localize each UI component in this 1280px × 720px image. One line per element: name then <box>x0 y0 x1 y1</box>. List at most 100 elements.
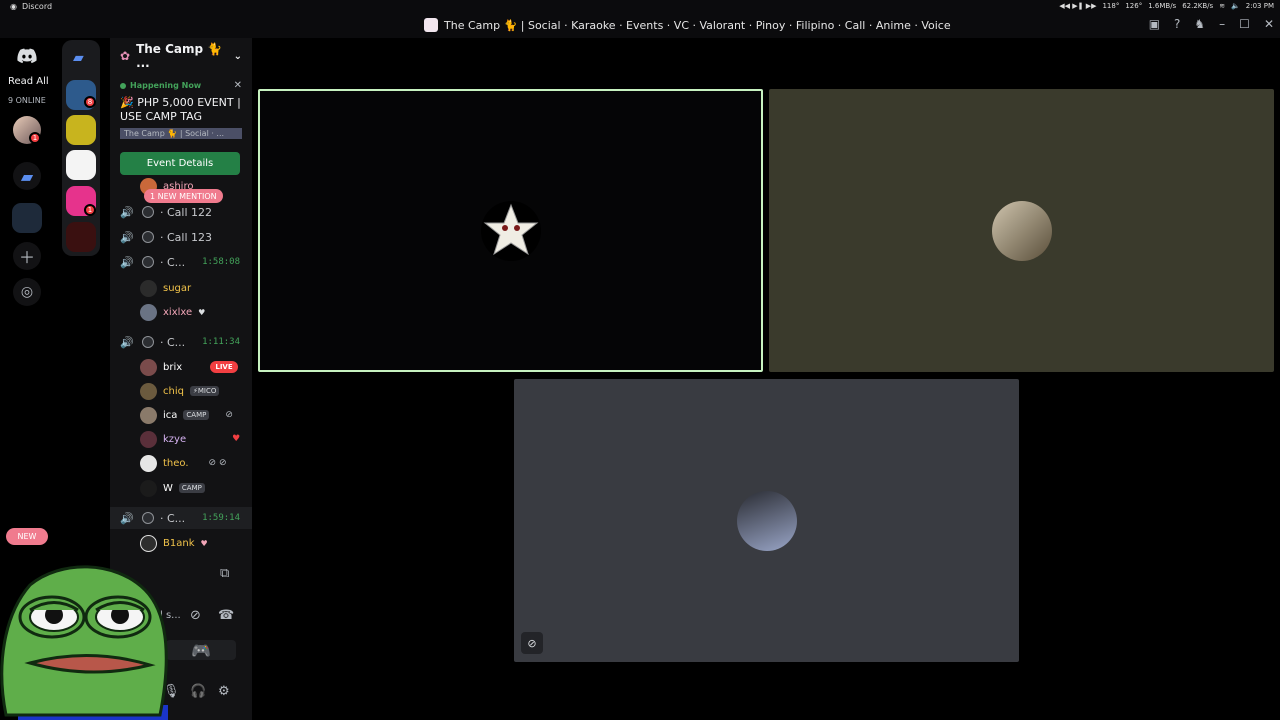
inbox-icon[interactable]: ▣ <box>1149 17 1160 31</box>
guild-tag: CAMP <box>178 483 205 493</box>
server-icon-3[interactable] <box>66 150 96 180</box>
heart-icon: ♥ <box>200 538 208 548</box>
speaker-active-icon: 🔊 <box>120 511 134 525</box>
voice-user-brix[interactable]: brix <box>140 356 182 378</box>
screen-share-icon[interactable]: ⧉ <box>220 566 229 581</box>
live-dot-icon <box>120 82 126 89</box>
avatar <box>140 534 157 552</box>
voice-channel-3[interactable]: 🔊 · C... 1:58:08 <box>110 251 252 273</box>
read-all-button[interactable]: Read All <box>8 76 49 87</box>
new-pill[interactable]: NEW <box>6 528 48 545</box>
event-status: Happening Now ✕ <box>120 80 242 91</box>
headphones-icon[interactable]: 🎧 <box>190 684 206 699</box>
voice-user-w[interactable]: W CAMP <box>140 477 205 499</box>
channel-status-icon <box>142 512 154 524</box>
voice-channel-call-123[interactable]: 🔊 · Call 123 <box>110 226 252 248</box>
video-tile-3[interactable]: ⊘ <box>514 379 1019 662</box>
channel-status-icon <box>142 206 154 218</box>
dm-unread-badge: 1 <box>29 132 41 144</box>
help-icon[interactable]: ? <box>1174 17 1180 31</box>
media-controls-icon[interactable]: ◀◀ ▶❚ ▶▶ <box>1059 2 1096 10</box>
channel-status-icon <box>142 336 154 348</box>
discover-icon[interactable]: ◎ <box>13 278 41 306</box>
disconnect-icon[interactable]: ☎ <box>218 608 234 623</box>
heart-icon: ♥ <box>198 307 206 317</box>
system-tray: ◀◀ ▶❚ ▶▶ 118° 126° 1.6MB/s 62.2KB/s ≋ 🔈 … <box>1059 2 1274 10</box>
voice-user-ica[interactable]: ica CAMP ⊘ <box>140 404 233 426</box>
event-title: 🎉 PHP 5,000 EVENT | USE CAMP TAG <box>120 96 241 123</box>
voice-user-sugar[interactable]: sugar <box>140 277 191 299</box>
server-name: The Camp 🐈 ... <box>136 42 223 70</box>
muted-mic-icon: ⊘ <box>521 632 543 654</box>
add-server-icon[interactable]: ＋ <box>13 242 41 270</box>
maximize-icon[interactable]: ☐ <box>1239 17 1250 31</box>
server-title-icon <box>424 18 438 32</box>
discord-tray-icon: ◉ <box>10 2 17 11</box>
event-close-icon[interactable]: ✕ <box>234 80 242 91</box>
video-tile-speaking[interactable] <box>258 89 763 372</box>
title-tools: ▣ ? ♞ – ☐ ✕ <box>1149 17 1274 31</box>
speaker-icon: 🔊 <box>120 205 134 219</box>
temp-b: 126° <box>1125 2 1143 10</box>
net-up: 1.6MB/s <box>1148 2 1177 10</box>
window-title-text: The Camp 🐈 | Social · Karaoke · Events ·… <box>444 18 951 32</box>
server-header[interactable]: ✿ The Camp 🐈 ... ⌄ <box>110 38 252 74</box>
voice-channel-5[interactable]: 🔊 · C... 1:59:14 <box>110 507 252 529</box>
video-tile-2[interactable] <box>769 89 1274 372</box>
channel-status-icon <box>142 256 154 268</box>
app-indicator: ◉ Discord <box>10 2 52 11</box>
wifi-icon[interactable]: ≋ <box>1219 2 1225 10</box>
net-down: 62.2KB/s <box>1182 2 1214 10</box>
heart-badge-icon: ♥ <box>232 434 241 444</box>
avatar <box>140 479 157 497</box>
voice-user-kzye[interactable]: kzye ♥ <box>140 428 240 450</box>
server-icon-5[interactable] <box>66 222 96 252</box>
muted-icon: ⊘ ⊘ <box>208 458 227 468</box>
server-4-badge: 1 <box>84 204 96 216</box>
voice-user-theo[interactable]: theo. ⊘ ⊘ <box>140 452 227 474</box>
activity-gamepad-icon[interactable]: 🎮 <box>166 640 236 660</box>
settings-gear-icon[interactable]: ⚙ <box>218 684 230 699</box>
event-details-button[interactable]: Event Details <box>120 152 240 175</box>
chevron-down-icon[interactable]: ⌄ <box>234 51 242 62</box>
voice-user-b1ank[interactable]: B1ank ♥ <box>140 532 208 554</box>
channel-timer: 1:58:08 <box>202 257 240 267</box>
folder-icon[interactable]: ▰ <box>13 162 41 190</box>
participant-avatar <box>991 200 1052 261</box>
voice-user-xixlxe[interactable]: xixlxe ♥ <box>140 301 205 323</box>
avatar <box>140 358 157 376</box>
volume-icon[interactable]: 🔈 <box>1231 2 1240 10</box>
live-badge: LIVE <box>210 361 238 373</box>
participant-avatar-star <box>480 200 541 261</box>
server-icon-2[interactable] <box>66 115 96 145</box>
close-icon[interactable]: ✕ <box>1264 17 1274 31</box>
folder-open-icon[interactable]: ▰ <box>73 50 84 66</box>
channel-status-icon <box>142 231 154 243</box>
channel-timer: 1:11:34 <box>202 337 240 347</box>
voice-channel-call-122[interactable]: 🔊 · Call 122 <box>110 201 252 223</box>
temp-a: 118° <box>1102 2 1120 10</box>
guild-tag: ⚡MICO <box>189 386 220 396</box>
activity-icon[interactable]: ♞ <box>1194 17 1205 31</box>
app-name: Discord <box>21 2 53 11</box>
deafen-icon[interactable]: ⊘ <box>190 608 201 623</box>
speaker-icon: 🔊 <box>120 230 134 244</box>
discord-home-icon[interactable] <box>13 42 41 70</box>
avatar <box>140 406 157 424</box>
guild-tag: CAMP <box>183 410 210 420</box>
voice-channel-4[interactable]: 🔊 · C... 1:11:34 <box>110 331 252 353</box>
event-location[interactable]: The Camp 🐈 | Social · ... <box>120 128 242 139</box>
deafened-icon: ⊘ <box>225 410 233 420</box>
server-folder-stack[interactable] <box>12 203 42 233</box>
server-flower-icon: ✿ <box>120 49 131 63</box>
avatar <box>140 279 157 297</box>
pepe-frog-overlay <box>0 565 168 720</box>
channel-timer: 1:59:14 <box>202 513 240 523</box>
event-status-text: Happening Now <box>130 81 202 90</box>
server-1-badge: 8 <box>84 96 96 108</box>
minimize-icon[interactable]: – <box>1219 17 1225 31</box>
voice-user-chiq[interactable]: chiq ⚡MICO <box>140 380 220 402</box>
speaker-active-icon: 🔊 <box>120 255 134 269</box>
avatar <box>140 454 157 472</box>
online-count: 9 ONLINE <box>8 96 46 105</box>
